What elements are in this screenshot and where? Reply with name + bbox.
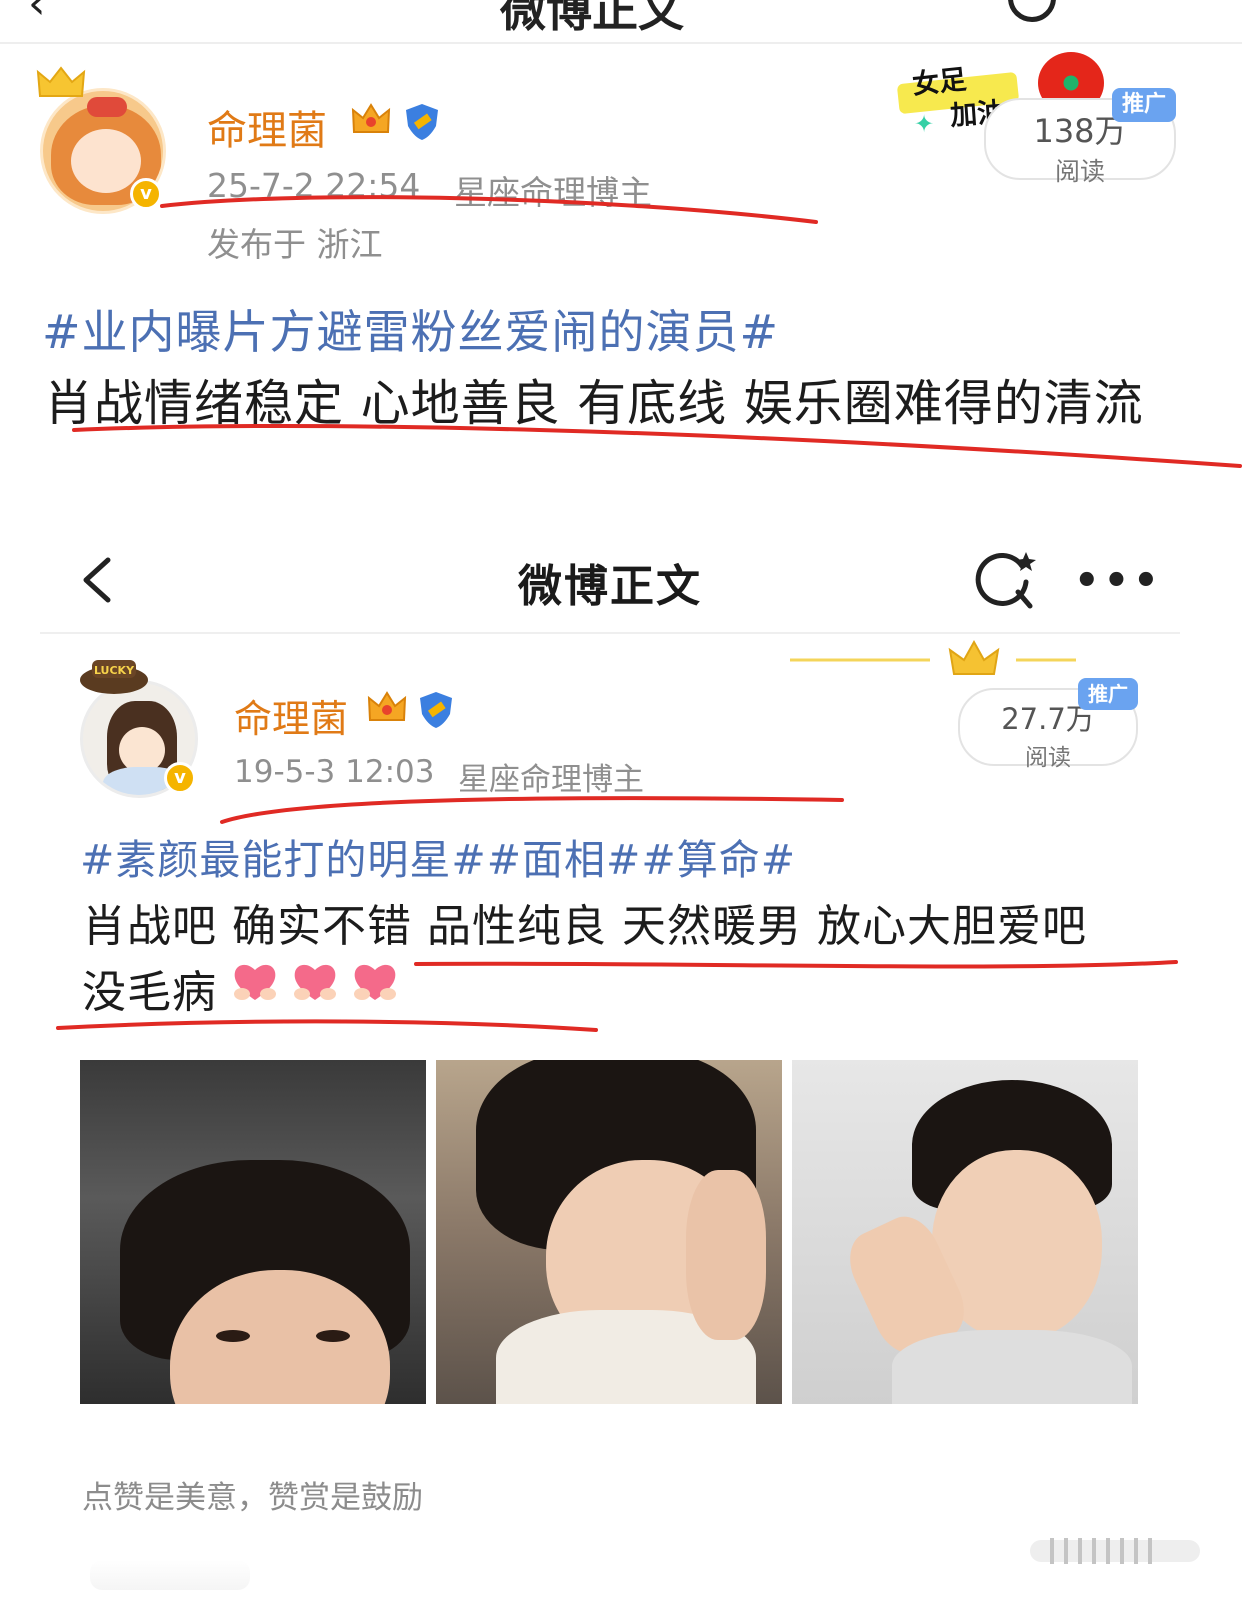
page-title: 微博正文: [500, 0, 684, 37]
post-body-text: 肖战吧 确实不错 品性纯良 天然暖男 放心大胆爱吧: [82, 901, 1087, 952]
more-options-icon[interactable]: •••: [1074, 558, 1159, 604]
heart-emoji-icon: [234, 964, 276, 1000]
screenshot-nav-bar: 微博正文 •••: [40, 530, 1180, 634]
heart-emoji-icon: [294, 964, 336, 1000]
star-icon: ✦: [914, 110, 935, 138]
author-role: 星座命理博主: [454, 173, 652, 212]
lucky-hat-icon: LUCKY: [80, 660, 148, 694]
hashtag-link[interactable]: #素颜最能打的明星##面相##算命#: [80, 826, 796, 886]
post-body-text: 肖战情绪稳定 心地善良 有底线 娱乐圈难得的清流: [44, 375, 1144, 432]
search-icon[interactable]: [1008, 0, 1056, 22]
crown-icon: [790, 639, 1076, 675]
post-timestamp: 25-7-2 22:54: [207, 166, 421, 205]
post-body-text: 没毛病: [82, 967, 217, 1018]
verified-badge-icon: v: [130, 178, 162, 210]
vip-crown-icon: [351, 103, 391, 133]
author-name[interactable]: 命理菌: [207, 98, 327, 156]
post-photo[interactable]: [80, 1060, 426, 1404]
top-nav-bar: ‹ 微博正文: [0, 0, 1242, 44]
post-photo[interactable]: [792, 1060, 1138, 1404]
search-icon[interactable]: [972, 546, 1038, 612]
heart-emoji-icon: [354, 964, 396, 1000]
back-icon[interactable]: ‹: [28, 0, 46, 29]
avatar-badge-text: LUCKY: [94, 664, 135, 677]
promo-tag[interactable]: 推广: [1112, 88, 1176, 122]
verified-badge-icon: v: [164, 762, 196, 794]
watermark-icon: [1030, 1538, 1200, 1564]
reward-prompt-text: 点赞是美意，赞赏是鼓励: [82, 1480, 423, 1516]
author-role: 星座命理博主: [458, 762, 644, 798]
post-photo[interactable]: [436, 1060, 782, 1404]
vip-crown-icon: [367, 691, 407, 721]
promo-tag[interactable]: 推广: [1078, 678, 1138, 710]
post-timestamp: 19-5-3 12:03: [234, 754, 435, 790]
hashtag-link[interactable]: #业内曝片方避雷粉丝爱闹的演员#: [42, 296, 779, 362]
author-name[interactable]: 命理菌: [234, 688, 348, 743]
shield-icon: [420, 692, 452, 728]
crown-icon: [36, 66, 86, 97]
post-location: 发布于 浙江: [207, 225, 383, 264]
shield-icon: [406, 104, 438, 140]
